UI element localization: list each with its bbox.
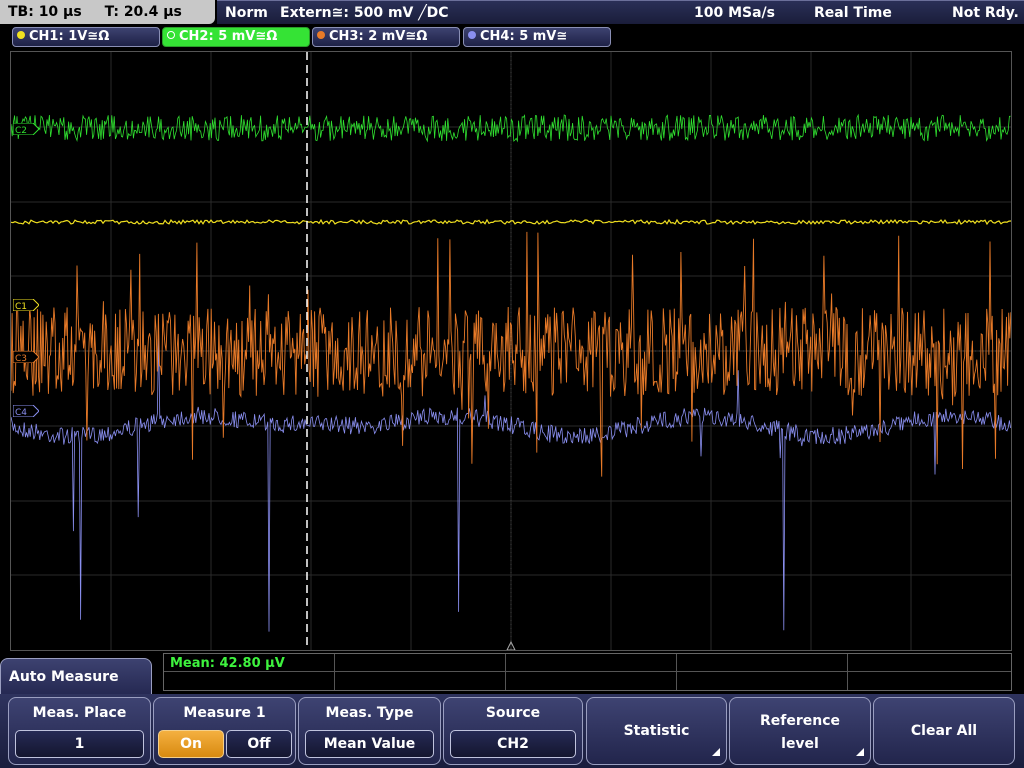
svg-text:C3: C3	[15, 354, 27, 363]
trigger-mode: Norm	[225, 5, 268, 21]
ch2-label: CH2: 5 mV≅Ω	[179, 29, 278, 44]
measure1-on-button[interactable]: On	[158, 730, 224, 758]
ch1-dot-icon	[17, 31, 25, 39]
graticule	[11, 52, 1011, 650]
clear-all-softkey[interactable]: Clear All	[873, 697, 1015, 765]
reference-level-label-line1: Reference	[759, 713, 841, 729]
reference-level-softkey[interactable]: Reference level	[729, 697, 871, 765]
status-bar: TB: 10 µs T: 20.4 µs Norm Extern≅: 500 m…	[0, 0, 1024, 24]
acquisition-status[interactable]: Norm Extern≅: 500 mV ╱DC 100 MSa/s Real …	[217, 0, 1024, 24]
source-softkey[interactable]: Source CH2	[443, 697, 583, 765]
run-state: Not Rdy.	[952, 5, 1019, 21]
ch1-level-marker[interactable]: C1	[12, 296, 40, 315]
ch4-dot-icon	[468, 31, 476, 39]
sample-rate: 100 MSa/s	[694, 5, 776, 21]
measure1-off-button[interactable]: Off	[226, 730, 292, 758]
waveform-area	[11, 52, 1011, 650]
meas-divider	[505, 654, 506, 690]
waveform-display[interactable]: C2 C1 C3 C4	[10, 51, 1012, 651]
reference-level-label-line2: level	[781, 736, 819, 752]
submenu-arrow-icon	[856, 748, 864, 756]
ch3-label: CH3: 2 mV≅Ω	[329, 29, 428, 44]
timebase-value: TB: 10 µs	[8, 4, 82, 20]
submenu-arrow-icon	[712, 748, 720, 756]
statistic-label: Statistic	[623, 723, 690, 739]
svg-text:C4: C4	[15, 408, 27, 417]
clear-all-label: Clear All	[910, 723, 978, 739]
channel-tab-ch1[interactable]: CH1: 1V≅Ω	[12, 27, 160, 47]
timebase-box[interactable]: TB: 10 µs T: 20.4 µs	[0, 0, 215, 24]
measurement-result[interactable]: Mean: 42.80 µV	[170, 656, 285, 671]
ch3-level-marker[interactable]: C3	[12, 348, 40, 367]
source-label: Source	[485, 705, 541, 721]
ch1-label: CH1: 1V≅Ω	[29, 29, 110, 44]
channel-tab-ch4[interactable]: CH4: 5 mV≅	[463, 27, 611, 47]
menu-title: Auto Measure	[0, 658, 152, 698]
ch2-dot-icon	[167, 31, 175, 39]
trigger-source: Extern≅: 500 mV ╱DC	[280, 5, 449, 21]
svg-text:C2: C2	[15, 126, 27, 135]
source-value[interactable]: CH2	[450, 730, 576, 758]
acquisition-mode: Real Time	[814, 5, 892, 21]
meas-place-label: Meas. Place	[32, 705, 127, 721]
ch4-label: CH4: 5 mV≅	[480, 29, 568, 44]
ch2-level-marker[interactable]: C2	[12, 120, 40, 139]
meas-divider	[676, 654, 677, 690]
meas-place-softkey[interactable]: Meas. Place 1	[8, 697, 151, 765]
meas-type-value[interactable]: Mean Value	[305, 730, 434, 758]
meas-place-value[interactable]: 1	[15, 730, 144, 758]
statistic-softkey[interactable]: Statistic	[586, 697, 727, 765]
measure1-softkey[interactable]: Measure 1 On Off	[153, 697, 296, 765]
ch3-dot-icon	[317, 31, 325, 39]
meas-row-divider	[164, 671, 1011, 672]
svg-text:C1: C1	[15, 302, 27, 311]
meas-type-softkey[interactable]: Meas. Type Mean Value	[298, 697, 441, 765]
ch4-level-marker[interactable]: C4	[12, 402, 40, 421]
measurement-panel: Mean: 42.80 µV	[163, 653, 1012, 691]
trigger-time-value: T: 20.4 µs	[104, 4, 182, 20]
measure1-label: Measure 1	[183, 705, 266, 721]
channel-tab-ch2[interactable]: CH2: 5 mV≅Ω	[162, 27, 310, 47]
meas-type-label: Meas. Type	[325, 705, 414, 721]
meas-divider	[847, 654, 848, 690]
meas-divider	[334, 654, 335, 690]
channel-tab-ch3[interactable]: CH3: 2 mV≅Ω	[312, 27, 460, 47]
